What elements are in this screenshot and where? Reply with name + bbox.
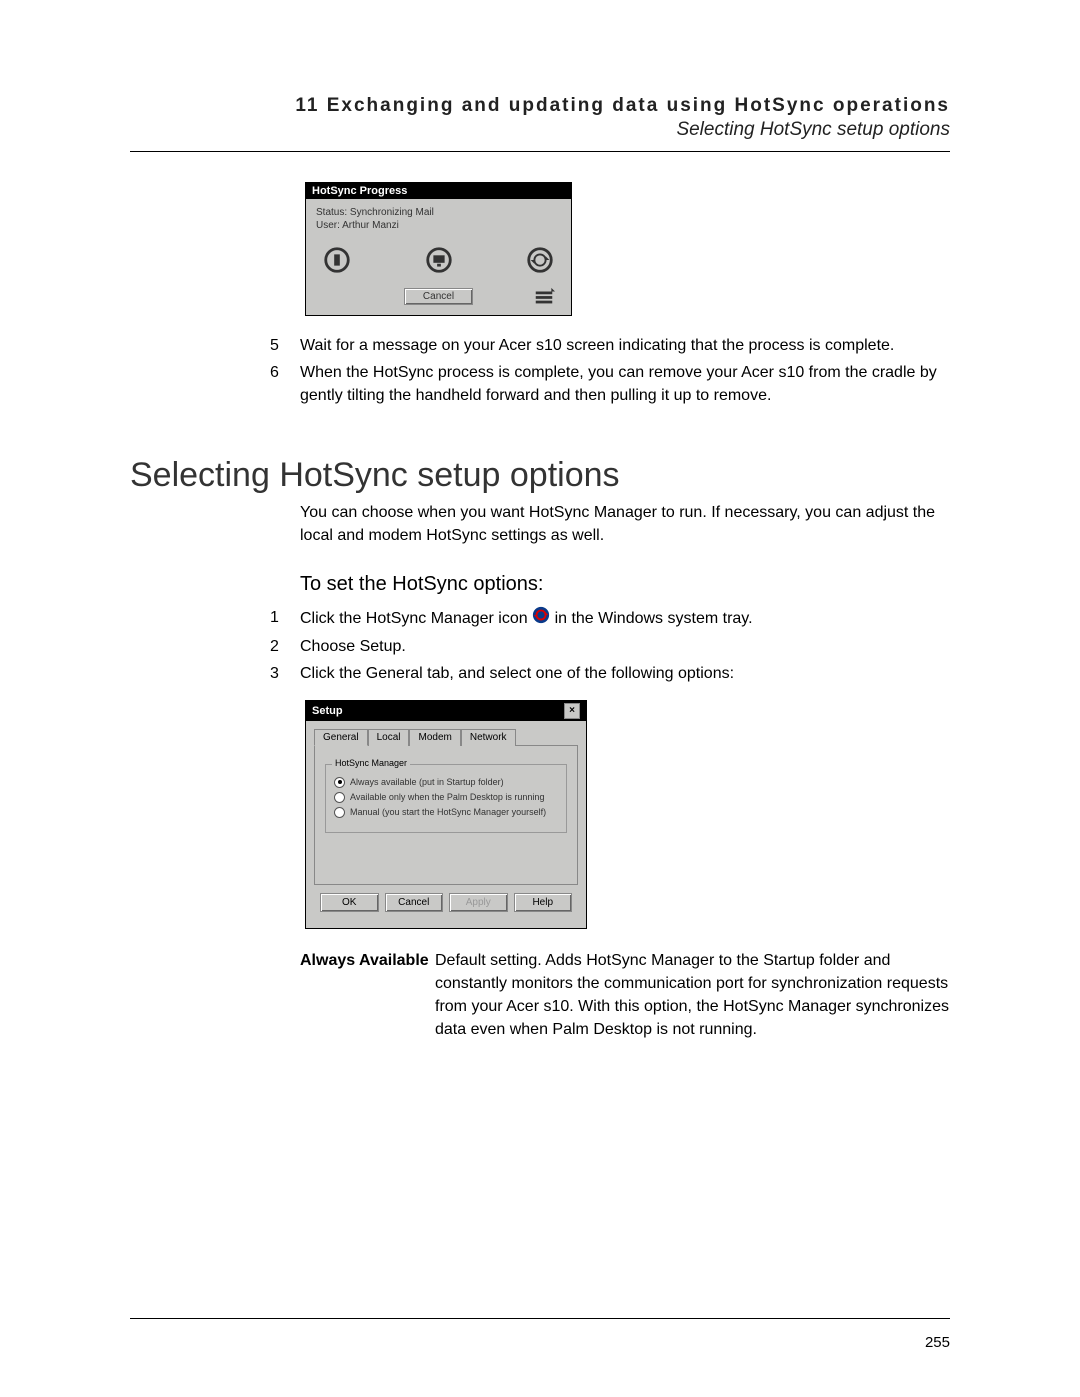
section-heading: Selecting HotSync setup options bbox=[130, 456, 950, 495]
tab-modem[interactable]: Modem bbox=[409, 729, 460, 746]
status-label: Status: bbox=[316, 207, 347, 218]
radio-icon bbox=[334, 807, 345, 818]
option-label: Always Available bbox=[300, 949, 435, 1042]
option-description-row: Always Available Default setting. Adds H… bbox=[300, 949, 950, 1042]
page-number: 255 bbox=[925, 1334, 950, 1351]
setup-button-row: OK Cancel Apply Help bbox=[314, 885, 578, 920]
tray-icon bbox=[533, 286, 555, 311]
hotsync-bottom-row: Cancel bbox=[316, 288, 561, 305]
hotsync-manager-group: HotSync Manager Always available (put in… bbox=[325, 764, 567, 833]
radio-label: Available only when the Palm Desktop is … bbox=[350, 792, 544, 802]
step-text: Click the General tab, and select one of… bbox=[300, 662, 950, 685]
user-value: Arthur Manzi bbox=[342, 220, 399, 231]
radio-always-available[interactable]: Always available (put in Startup folder) bbox=[334, 777, 558, 788]
tab-panel: HotSync Manager Always available (put in… bbox=[314, 745, 578, 885]
setup-body: General Local Modem Network HotSync Mana… bbox=[306, 721, 586, 928]
radio-label: Always available (put in Startup folder) bbox=[350, 777, 504, 787]
group-legend: HotSync Manager bbox=[332, 758, 410, 768]
footer-rule bbox=[130, 1318, 950, 1319]
radio-icon bbox=[334, 792, 345, 803]
status-value: Synchronizing Mail bbox=[350, 207, 434, 218]
ok-button[interactable]: OK bbox=[320, 893, 379, 912]
intro-paragraph: You can choose when you want HotSync Man… bbox=[300, 501, 950, 547]
setup-dialog: Setup × General Local Modem Network HotS… bbox=[305, 700, 587, 929]
step-text: When the HotSync process is complete, yo… bbox=[300, 361, 950, 407]
step-text: Click the HotSync Manager icon in the Wi… bbox=[300, 606, 950, 631]
cancel-button[interactable]: Cancel bbox=[385, 893, 444, 912]
hotsync-manager-icon bbox=[532, 606, 550, 631]
list-item: 6 When the HotSync process is complete, … bbox=[270, 361, 950, 407]
sync-icon bbox=[525, 245, 555, 278]
step-text-post: in the Windows system tray. bbox=[555, 610, 753, 627]
setup-tabs: General Local Modem Network bbox=[314, 729, 578, 746]
list-item: 5 Wait for a message on your Acer s10 sc… bbox=[270, 334, 950, 357]
cancel-button[interactable]: Cancel bbox=[404, 288, 473, 305]
user-row: User: Arthur Manzi bbox=[316, 220, 561, 231]
close-icon[interactable]: × bbox=[564, 703, 580, 719]
status-row: Status: Synchronizing Mail bbox=[316, 207, 561, 218]
radio-icon bbox=[334, 777, 345, 788]
chapter-title: 11 Exchanging and updating data using Ho… bbox=[130, 95, 950, 117]
tab-network[interactable]: Network bbox=[461, 729, 516, 746]
tab-general[interactable]: General bbox=[314, 729, 368, 746]
handheld-icon bbox=[322, 245, 352, 278]
page: 11 Exchanging and updating data using Ho… bbox=[0, 0, 1080, 1397]
option-text: Default setting. Adds HotSync Manager to… bbox=[435, 949, 950, 1042]
list-item: 3 Click the General tab, and select one … bbox=[270, 662, 950, 685]
setup-title-text: Setup bbox=[312, 705, 343, 717]
step-number: 6 bbox=[270, 361, 300, 407]
list-item: 2 Choose Setup. bbox=[270, 635, 950, 658]
subheading: To set the HotSync options: bbox=[300, 573, 950, 596]
step-text: Wait for a message on your Acer s10 scre… bbox=[300, 334, 950, 357]
user-label: User: bbox=[316, 220, 340, 231]
page-header: 11 Exchanging and updating data using Ho… bbox=[130, 95, 950, 141]
step-text-pre: Click the HotSync Manager icon bbox=[300, 610, 532, 627]
radio-available-with-desktop[interactable]: Available only when the Palm Desktop is … bbox=[334, 792, 558, 803]
apply-button[interactable]: Apply bbox=[449, 893, 508, 912]
step-number: 3 bbox=[270, 662, 300, 685]
radio-label: Manual (you start the HotSync Manager yo… bbox=[350, 807, 546, 817]
hotsync-progress-titlebar: HotSync Progress bbox=[306, 183, 571, 199]
steps-list-a: 5 Wait for a message on your Acer s10 sc… bbox=[270, 334, 950, 408]
radio-manual[interactable]: Manual (you start the HotSync Manager yo… bbox=[334, 807, 558, 818]
step-number: 1 bbox=[270, 606, 300, 631]
desktop-icon bbox=[424, 245, 454, 278]
setup-titlebar: Setup × bbox=[306, 701, 586, 721]
tab-local[interactable]: Local bbox=[368, 729, 410, 746]
step-number: 2 bbox=[270, 635, 300, 658]
hotsync-progress-body: Status: Synchronizing Mail User: Arthur … bbox=[306, 199, 571, 315]
step-text: Choose Setup. bbox=[300, 635, 950, 658]
step-number: 5 bbox=[270, 334, 300, 357]
steps-list-b: 1 Click the HotSync Manager icon in the … bbox=[270, 606, 950, 686]
content-area: HotSync Progress Status: Synchronizing M… bbox=[130, 152, 950, 1041]
section-title: Selecting HotSync setup options bbox=[130, 119, 950, 141]
list-item: 1 Click the HotSync Manager icon in the … bbox=[270, 606, 950, 631]
hotsync-progress-window: HotSync Progress Status: Synchronizing M… bbox=[305, 182, 572, 316]
hotsync-icons-row bbox=[316, 245, 561, 278]
help-button[interactable]: Help bbox=[514, 893, 573, 912]
